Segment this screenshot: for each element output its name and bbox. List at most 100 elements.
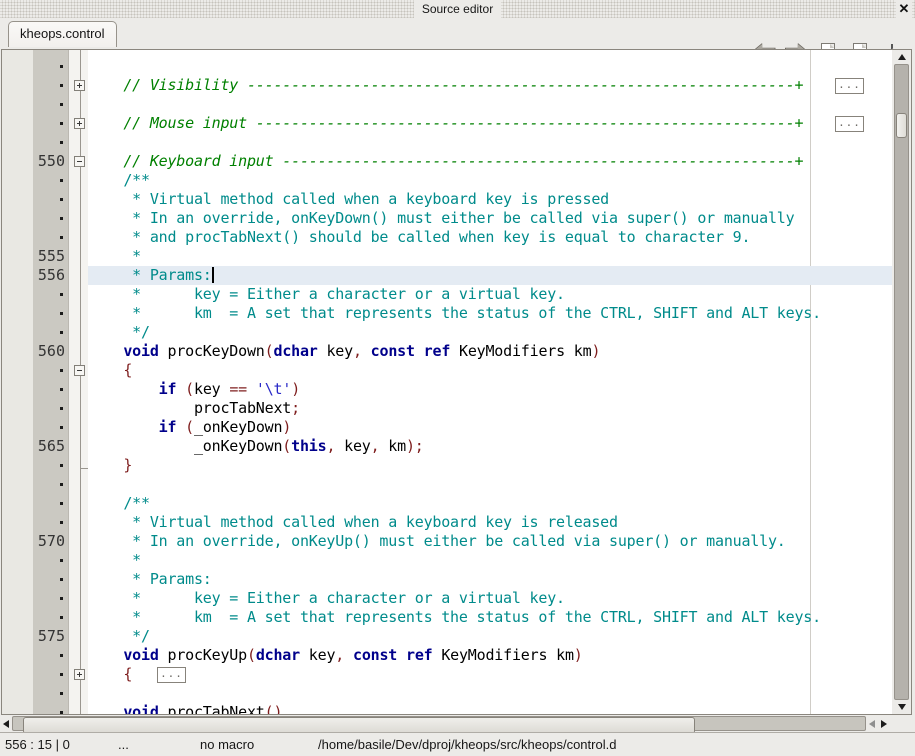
line-number — [33, 114, 68, 133]
line-number — [33, 133, 68, 152]
code-line[interactable]: // Visibility --------------------------… — [88, 76, 803, 95]
line-number — [33, 190, 68, 209]
window-close-button[interactable]: ✕ — [896, 0, 912, 18]
fold-expand-marker[interactable] — [74, 80, 85, 91]
line-number: 560 — [33, 342, 68, 361]
vertical-scroll-track[interactable] — [894, 64, 909, 700]
line-number — [33, 513, 68, 532]
code-line[interactable]: * — [88, 247, 141, 266]
code-line[interactable]: void procTabNext() — [88, 703, 282, 714]
code-line[interactable]: */ — [88, 323, 150, 342]
line-number — [33, 323, 68, 342]
code-line[interactable]: * Params: — [88, 570, 212, 589]
scroll-up-button[interactable] — [892, 50, 911, 64]
code-line[interactable]: } — [88, 456, 132, 475]
line-number — [33, 57, 68, 76]
fold-expand-marker[interactable] — [74, 669, 85, 680]
code-line[interactable]: { — [88, 361, 132, 380]
line-number: 570 — [33, 532, 68, 551]
line-number — [33, 418, 68, 437]
line-number — [33, 304, 68, 323]
modification-status: ... — [118, 733, 129, 756]
tab-label: kheops.control — [20, 26, 105, 41]
line-number — [33, 684, 68, 703]
arrow-up-icon — [898, 54, 906, 60]
code-line[interactable]: * Virtual method called when a keyboard … — [88, 513, 618, 532]
code-line[interactable]: * km = A set that represents the status … — [88, 608, 821, 627]
arrow-right-small-icon — [881, 720, 887, 728]
code-line[interactable]: * key = Either a character or a virtual … — [88, 589, 565, 608]
source-editor-window: { "window": { "title": "Source editor", … — [0, 0, 915, 756]
code-line[interactable]: void procKeyUp(dchar key, const ref KeyM… — [88, 646, 583, 665]
line-number: 575 — [33, 627, 68, 646]
code-line[interactable]: procTabNext; — [88, 399, 300, 418]
window-title: Source editor — [414, 0, 501, 18]
line-number — [33, 76, 68, 95]
line-number — [33, 608, 68, 627]
code-line[interactable]: void procKeyDown(dchar key, const ref Ke… — [88, 342, 600, 361]
code-line[interactable]: * In an override, onKeyDown() must eithe… — [88, 209, 794, 228]
tab-bar: kheops.control — [0, 18, 915, 49]
code-line[interactable]: _onKeyDown(this, key, km); — [88, 437, 424, 456]
folded-code-box[interactable]: ... — [835, 116, 864, 132]
code-line[interactable]: * In an override, onKeyUp() must either … — [88, 532, 786, 551]
macro-status: no macro — [200, 733, 254, 756]
arrow-down-icon — [898, 704, 906, 710]
folded-code-box[interactable]: ... — [835, 78, 864, 94]
folded-code-box[interactable]: ... — [157, 667, 186, 683]
fold-end-tick — [80, 468, 88, 469]
arrow-left-small-icon — [3, 720, 9, 728]
horizontal-scrollbar[interactable] — [0, 715, 891, 732]
code-line[interactable]: { — [88, 665, 132, 684]
caret-position-status: 556 : 15 | 0 — [5, 733, 70, 756]
scroll-left-button[interactable] — [0, 715, 12, 732]
code-line[interactable]: // Mouse input -------------------------… — [88, 114, 803, 133]
line-number — [33, 475, 68, 494]
tab-kheops-control[interactable]: kheops.control — [8, 21, 117, 47]
line-number: 556 — [33, 266, 68, 285]
code-line[interactable]: /** — [88, 171, 150, 190]
scroll-left-button-secondary[interactable] — [866, 715, 878, 732]
code-line[interactable]: if (_onKeyDown) — [88, 418, 291, 437]
line-number-gutter: 550555556560565570575 — [33, 50, 68, 714]
code-line[interactable]: if (key == '\t') — [88, 380, 300, 399]
code-line[interactable]: * Params: — [88, 266, 212, 285]
code-line[interactable]: * key = Either a character or a virtual … — [88, 285, 565, 304]
file-path-status: /home/basile/Dev/dproj/kheops/src/kheops… — [318, 733, 616, 756]
scrollbar-corner — [891, 715, 915, 732]
code-line[interactable]: * and procTabNext() should be called whe… — [88, 228, 750, 247]
code-line[interactable]: * km = A set that represents the status … — [88, 304, 821, 323]
text-caret — [212, 267, 214, 283]
scroll-down-button[interactable] — [892, 700, 911, 714]
line-number — [33, 380, 68, 399]
horizontal-scroll-track[interactable] — [12, 716, 866, 731]
code-line[interactable]: // Keyboard input ----------------------… — [88, 152, 803, 171]
line-number: 565 — [33, 437, 68, 456]
line-number: 555 — [33, 247, 68, 266]
scroll-right-button[interactable] — [878, 715, 890, 732]
line-number — [33, 209, 68, 228]
line-number — [33, 228, 68, 247]
line-number — [33, 570, 68, 589]
line-number — [33, 665, 68, 684]
code-line[interactable]: */ — [88, 627, 150, 646]
fold-collapse-marker[interactable] — [74, 156, 85, 167]
editor-frame: 550555556560565570575 // Visibility ----… — [1, 49, 912, 715]
line-number — [33, 646, 68, 665]
line-number — [33, 551, 68, 570]
code-line[interactable]: * Virtual method called when a keyboard … — [88, 190, 609, 209]
fold-expand-marker[interactable] — [74, 118, 85, 129]
vertical-scroll-thumb[interactable] — [896, 113, 907, 138]
fold-collapse-marker[interactable] — [74, 365, 85, 376]
code-line[interactable]: * — [88, 551, 141, 570]
arrow-left-small-icon — [869, 720, 875, 728]
gutter-strip — [2, 50, 33, 714]
text-area[interactable]: // Visibility --------------------------… — [88, 50, 892, 714]
code-line[interactable]: /** — [88, 494, 150, 513]
fold-gutter[interactable] — [68, 50, 88, 714]
line-number — [33, 171, 68, 190]
window-titlebar[interactable]: Source editor ✕ — [0, 0, 915, 18]
vertical-scrollbar[interactable] — [892, 50, 911, 714]
line-number — [33, 95, 68, 114]
line-number — [33, 456, 68, 475]
